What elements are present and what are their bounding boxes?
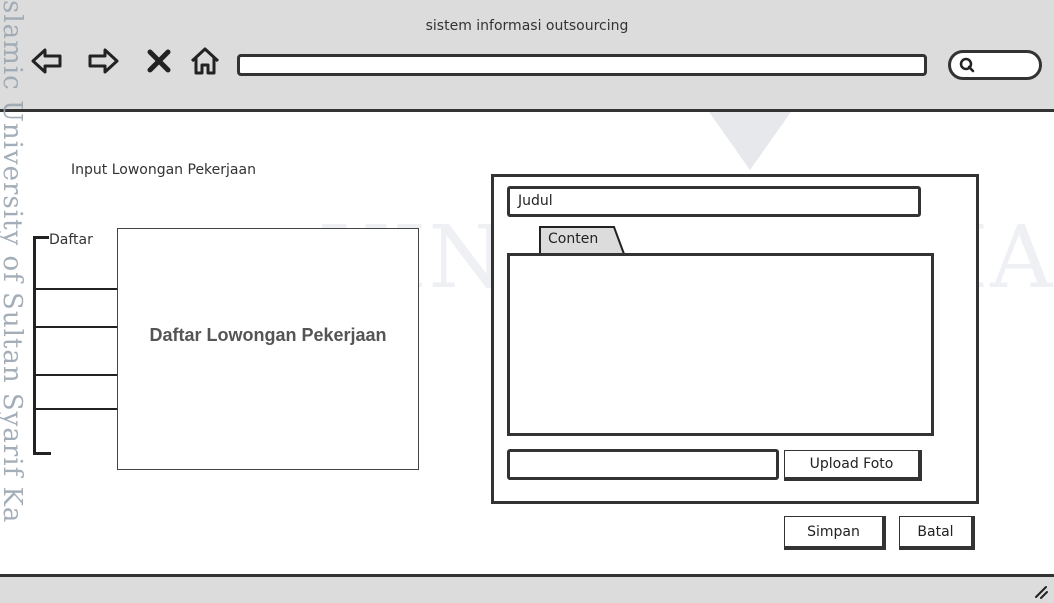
list-item[interactable] bbox=[36, 326, 118, 328]
tab-conten[interactable]: Conten bbox=[538, 224, 626, 254]
content-textarea[interactable] bbox=[507, 253, 934, 436]
list-group-label: Daftar bbox=[49, 232, 96, 248]
browser-header: sistem informasi outsourcing bbox=[0, 0, 1054, 112]
list-bracket bbox=[33, 236, 51, 455]
list-item[interactable] bbox=[36, 288, 118, 290]
photo-file-input[interactable] bbox=[507, 449, 779, 480]
search-box[interactable] bbox=[948, 50, 1042, 80]
job-list-panel[interactable]: Daftar Lowongan Pekerjaan bbox=[117, 228, 419, 470]
cancel-button[interactable]: Batal bbox=[899, 516, 975, 550]
back-arrow-icon[interactable] bbox=[30, 44, 64, 78]
job-list-panel-title: Daftar Lowongan Pekerjaan bbox=[149, 325, 387, 345]
address-bar[interactable] bbox=[237, 54, 927, 76]
tab-conten-label: Conten bbox=[548, 231, 599, 247]
list-item[interactable] bbox=[36, 408, 118, 410]
status-bar bbox=[0, 574, 1054, 603]
mockup-root: UIN SUSKA RIAU sistem informasi outsourc… bbox=[0, 0, 1054, 603]
title-input[interactable]: Judul bbox=[507, 186, 921, 217]
save-button[interactable]: Simpan bbox=[784, 516, 886, 550]
close-icon[interactable] bbox=[142, 44, 176, 78]
upload-photo-button[interactable]: Upload Foto bbox=[784, 450, 922, 481]
list-item[interactable] bbox=[36, 374, 118, 376]
search-icon bbox=[959, 57, 975, 73]
resize-grip-icon[interactable] bbox=[1032, 583, 1048, 599]
home-icon[interactable] bbox=[188, 44, 222, 78]
window-title: sistem informasi outsourcing bbox=[425, 18, 629, 34]
forward-arrow-icon[interactable] bbox=[86, 44, 120, 78]
page-title: Input Lowongan Pekerjaan bbox=[71, 162, 256, 178]
